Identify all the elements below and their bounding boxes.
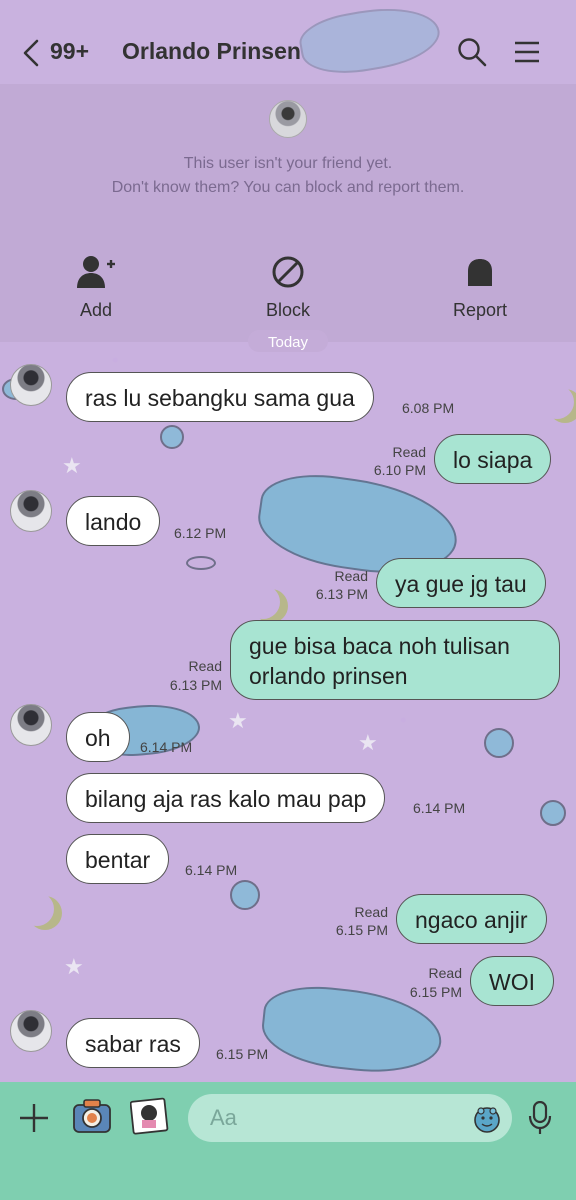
moon-decoration bbox=[540, 385, 574, 419]
avatar[interactable] bbox=[10, 704, 52, 746]
notice-text-line1: This user isn't your friend yet. bbox=[183, 155, 393, 172]
message-bubble[interactable]: lo siapa bbox=[434, 434, 552, 484]
add-label: Add bbox=[79, 300, 113, 320]
notice-text-line2: Don't know them? You can block and repor… bbox=[111, 179, 465, 196]
planet-decoration bbox=[186, 556, 216, 570]
message-bubble[interactable]: oh bbox=[66, 712, 130, 762]
message-bubble[interactable]: lando bbox=[66, 496, 161, 546]
back-button[interactable] bbox=[22, 36, 52, 70]
message-bubble[interactable]: ngaco anjir bbox=[396, 894, 547, 944]
message-time: 6.13 PM bbox=[169, 677, 222, 693]
star-decoration: ★ bbox=[228, 708, 248, 733]
camera-icon[interactable] bbox=[72, 1098, 112, 1134]
sticker-icon[interactable] bbox=[472, 1104, 502, 1134]
read-receipt: Read bbox=[428, 965, 462, 981]
message-time: 6.13 PM bbox=[315, 586, 368, 602]
message-bubble[interactable]: bentar bbox=[66, 834, 170, 884]
planet-decoration bbox=[230, 880, 260, 910]
message-time: 6.14 PM bbox=[185, 862, 238, 878]
message-bubble[interactable]: gue bisa baca noh tulisan orlando prinse… bbox=[230, 620, 560, 700]
chat-header: 99+ Orlando Prinsen bbox=[0, 0, 576, 84]
message-time: 6.15 PM bbox=[335, 922, 388, 938]
report-icon bbox=[468, 259, 492, 286]
report-button[interactable]: Report bbox=[430, 254, 530, 321]
chat-title[interactable]: Orlando Prinsen bbox=[122, 38, 301, 65]
message-input[interactable] bbox=[188, 1094, 512, 1142]
plus-icon[interactable] bbox=[18, 1102, 50, 1134]
unread-count[interactable]: 99+ bbox=[50, 38, 89, 65]
microphone-icon[interactable] bbox=[528, 1101, 552, 1135]
gallery-icon[interactable] bbox=[130, 1096, 170, 1136]
moon-decoration bbox=[246, 585, 280, 619]
message-time: 6.15 PM bbox=[409, 984, 462, 1000]
message-bubble[interactable]: sabar ras bbox=[66, 1018, 200, 1068]
date-divider: Today bbox=[248, 330, 328, 352]
avatar[interactable] bbox=[269, 100, 307, 138]
message-time: 6.14 PM bbox=[413, 800, 466, 816]
avatar[interactable] bbox=[10, 1010, 52, 1052]
read-receipt: Read bbox=[392, 444, 426, 460]
search-icon[interactable] bbox=[456, 36, 488, 68]
planet-decoration bbox=[160, 425, 184, 449]
add-user-icon bbox=[77, 256, 115, 288]
message-bubble[interactable]: ras lu sebangku sama gua bbox=[66, 372, 374, 422]
block-label: Block bbox=[265, 300, 310, 320]
block-button[interactable]: Block bbox=[238, 254, 338, 321]
add-friend-button[interactable]: Add bbox=[46, 254, 146, 321]
message-time: 6.14 PM bbox=[140, 739, 193, 755]
chevron-left-icon bbox=[23, 39, 39, 67]
moon-decoration bbox=[20, 892, 54, 926]
report-label: Report bbox=[452, 300, 508, 320]
star-decoration: ★ bbox=[62, 453, 82, 478]
planet-decoration bbox=[484, 728, 514, 758]
avatar[interactable] bbox=[10, 490, 52, 532]
read-receipt: Read bbox=[354, 904, 388, 920]
planet-decoration bbox=[540, 800, 566, 826]
block-icon bbox=[272, 256, 304, 288]
message-time: 6.15 PM bbox=[216, 1046, 269, 1062]
message-bubble[interactable]: WOI bbox=[470, 956, 554, 1006]
message-bubble[interactable]: bilang aja ras kalo mau pap bbox=[66, 773, 386, 823]
star-decoration: ★ bbox=[64, 954, 84, 979]
avatar[interactable] bbox=[10, 364, 52, 406]
menu-icon[interactable] bbox=[514, 40, 540, 64]
message-time: 6.08 PM bbox=[402, 400, 455, 416]
message-bubble[interactable]: ya gue jg tau bbox=[376, 558, 546, 608]
read-receipt: Read bbox=[188, 658, 222, 674]
message-time: 6.12 PM bbox=[174, 525, 227, 541]
star-decoration: ★ bbox=[358, 730, 378, 755]
read-receipt: Read bbox=[334, 568, 368, 584]
message-time: 6.10 PM bbox=[373, 462, 426, 478]
